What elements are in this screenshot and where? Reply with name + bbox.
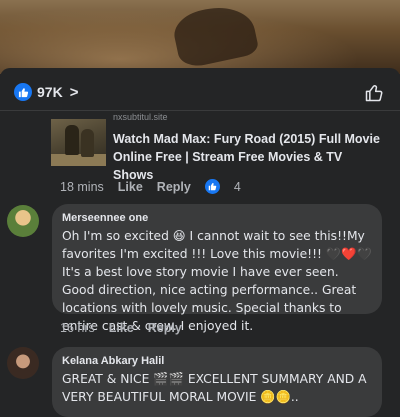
reactions-summary[interactable]: 97K > xyxy=(14,83,78,101)
timestamp: 16 hrs xyxy=(60,321,95,335)
link-domain: nxsubtitul.site xyxy=(113,113,168,121)
link-title[interactable]: Watch Mad Max: Fury Road (2015) Full Mov… xyxy=(113,130,383,184)
reply-button[interactable]: Reply xyxy=(157,180,191,194)
thumbs-up-icon xyxy=(204,179,220,194)
thumbnail-figure xyxy=(81,129,94,157)
thumbnail-ground xyxy=(51,154,106,166)
comment-actions: 16 hrs Like Reply xyxy=(60,321,196,335)
comment-text: Oh I'm so excited 😆 I cannot wait to see… xyxy=(62,229,372,333)
comment-text: GREAT & NICE 🎬🎬 EXCELLENT SUMMARY AND A … xyxy=(62,372,367,404)
like-button[interactable]: Like xyxy=(109,321,134,335)
avatar[interactable] xyxy=(7,347,39,379)
comment-author[interactable]: Kelana Abkary Halil xyxy=(62,355,372,367)
comment-bubble: Merseennee one Oh I'm so excited 😆 I can… xyxy=(52,204,382,333)
divider xyxy=(0,110,400,111)
chevron-right-icon[interactable]: > xyxy=(70,84,79,101)
comment-bubble: Kelana Abkary Halil GREAT & NICE 🎬🎬 EXCE… xyxy=(52,347,382,417)
reaction-count: 97K xyxy=(37,84,63,100)
video-frame[interactable] xyxy=(0,0,400,74)
like-button[interactable]: Like xyxy=(118,180,143,194)
thumbnail-figure xyxy=(65,125,79,155)
timestamp: 18 mins xyxy=(60,179,104,194)
link-thumbnail[interactable] xyxy=(51,119,106,166)
reply-button[interactable]: Reply xyxy=(148,321,182,335)
thumbs-up-icon xyxy=(14,83,32,101)
avatar[interactable] xyxy=(7,205,39,237)
comment-author[interactable]: Merseennee one xyxy=(62,212,372,224)
link-actions: 18 mins Like Reply 4 xyxy=(60,179,241,194)
like-count: 4 xyxy=(233,179,241,194)
thumbs-up-outline-icon[interactable] xyxy=(364,83,384,103)
